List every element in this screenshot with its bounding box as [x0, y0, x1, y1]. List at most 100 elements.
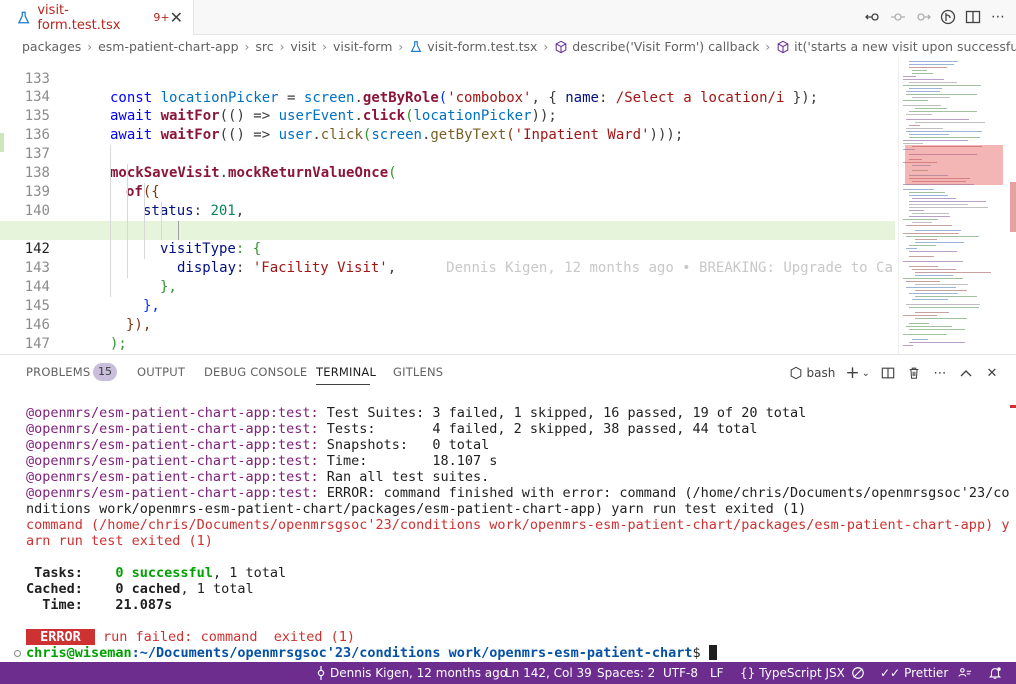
tab-gitlens[interactable]: GITLENS — [393, 365, 443, 379]
copilot-icon[interactable] — [851, 666, 865, 680]
status-indentation[interactable]: Spaces: 2 — [597, 666, 655, 680]
minimap-line — [909, 204, 968, 205]
minimap-line — [906, 248, 917, 249]
minimap-line — [915, 312, 949, 313]
minimap-line — [909, 61, 958, 62]
double-check-icon: ✓✓ — [880, 666, 901, 680]
plus-icon: + — [845, 363, 860, 383]
minimap-line — [903, 76, 916, 77]
minimap-line — [903, 140, 968, 141]
code-line: 138 of({ — [0, 145, 895, 200]
minimap-line — [912, 339, 928, 340]
breadcrumb-item[interactable]: visit-form — [333, 39, 392, 54]
chevron-right-icon: › — [87, 39, 93, 54]
maximize-panel-icon[interactable] — [958, 365, 974, 381]
breadcrumb-item[interactable]: src — [255, 39, 273, 54]
status-prettier[interactable]: ✓✓ Prettier — [880, 666, 948, 680]
more-icon[interactable]: ⋯ — [932, 365, 948, 381]
minimap-line — [903, 334, 947, 335]
minimap-line — [912, 222, 932, 223]
minimap-line — [909, 134, 949, 135]
trash-icon[interactable] — [906, 365, 922, 381]
forward-circle-icon[interactable] — [915, 8, 931, 26]
terminal-cursor — [708, 645, 717, 660]
status-git-blame[interactable]: Dennis Kigen, 12 months ago — [316, 666, 507, 680]
new-terminal-button[interactable]: + ⌄ — [845, 363, 870, 383]
minimap-line — [903, 345, 913, 346]
minimap-line — [915, 230, 961, 231]
scrollbar-marker — [1010, 182, 1016, 232]
code-line: 137 mockSaveVisit.mockReturnValueOnce( — [0, 126, 895, 181]
breadcrumb-item[interactable]: visit-form.test.tsx — [409, 39, 537, 54]
minimap-line — [906, 304, 980, 305]
code-line: 148 await waitFor(() => user.click(saveB… — [0, 335, 895, 354]
minimap-line — [906, 287, 956, 288]
breadcrumb-item[interactable]: esm-patient-chart-app — [98, 39, 238, 54]
minimap-line — [909, 207, 988, 208]
terminal-output[interactable]: @openmrs/esm-patient-chart-app:test: Tes… — [26, 405, 1009, 684]
problems-count-badge: 15 — [93, 363, 117, 381]
code-line: 146 ); — [0, 297, 895, 352]
status-cursor-position[interactable]: Ln 142, Col 39 — [505, 666, 592, 680]
close-icon[interactable]: ✕ — [984, 365, 1000, 381]
prompt-path: :~/Documents/openmrsgsoc'23/conditions w… — [131, 645, 693, 661]
minimap-line — [906, 114, 932, 115]
terminal-shell-selector[interactable]: bash — [789, 365, 835, 381]
minimap-line — [903, 143, 923, 144]
minimap-line — [903, 105, 941, 106]
status-language[interactable]: {} TypeScript JSX — [740, 666, 845, 680]
tab-output[interactable]: OUTPUT — [137, 365, 185, 379]
minimap-line — [915, 239, 937, 240]
minimap-line — [909, 251, 957, 252]
indent-guide — [127, 164, 128, 278]
minimap-line — [906, 225, 952, 226]
indent-guide — [178, 221, 179, 240]
minimap-line — [912, 213, 949, 214]
code-line: 134 await waitFor(() => userEvent.click(… — [0, 69, 895, 124]
tab-debug-console[interactable]: DEBUG CONSOLE — [204, 365, 307, 379]
gitlens-icon[interactable] — [940, 8, 956, 26]
panel-tabs: PROBLEMS 15 OUTPUT DEBUG CONSOLE TERMINA… — [0, 355, 1016, 391]
minimap-line — [906, 94, 977, 95]
minimap-line — [909, 137, 980, 138]
minimap-line — [909, 329, 965, 330]
compare-icon[interactable] — [865, 8, 881, 26]
minimap-line — [903, 233, 959, 234]
minimap-line — [915, 272, 991, 273]
breadcrumb-item[interactable]: describe('Visit Form') callback — [554, 39, 759, 54]
status-encoding[interactable]: UTF-8 — [663, 666, 698, 680]
tab-terminal[interactable]: TERMINAL — [316, 365, 376, 379]
close-icon[interactable]: ✕ — [170, 9, 183, 26]
minimap-line — [915, 275, 953, 276]
cube-icon — [777, 40, 789, 53]
minimap[interactable] — [898, 57, 1016, 354]
feedback-icon[interactable] — [958, 666, 972, 680]
minimap-line — [906, 281, 940, 282]
minimap-line — [909, 210, 924, 211]
breadcrumb-item[interactable]: it('starts a new visit upon successful s… — [776, 39, 1016, 54]
minimap-highlight — [905, 145, 1003, 185]
notifications-bell-icon[interactable] — [988, 666, 1002, 680]
cube-icon — [555, 40, 567, 53]
minimap-line — [909, 342, 965, 343]
tab-problems[interactable]: PROBLEMS — [26, 365, 90, 379]
split-terminal-icon[interactable] — [880, 365, 896, 381]
minimap-line — [912, 198, 956, 199]
minimap-line — [912, 73, 933, 74]
more-icon[interactable]: ⋯ — [990, 8, 1006, 26]
tab-visit-form-test[interactable]: visit-form.test.tsx 9+ ✕ — [0, 0, 194, 35]
minimap-line — [906, 119, 969, 120]
minimap-line — [909, 195, 948, 196]
code-editor[interactable]: 133 const locationPicker = screen.getByR… — [0, 57, 1016, 354]
back-circle-icon[interactable] — [890, 8, 906, 26]
split-editor-icon[interactable] — [965, 8, 981, 26]
minimap-line — [909, 125, 920, 126]
breadcrumb-item[interactable]: visit — [290, 39, 316, 54]
editor-tab-bar: visit-form.test.tsx 9+ ✕ ⋯ — [0, 0, 1016, 35]
command-decoration-icon[interactable] — [14, 650, 21, 657]
minimap-line — [903, 278, 963, 279]
breadcrumb-item[interactable]: packages — [22, 39, 81, 54]
status-eol[interactable]: LF — [710, 666, 724, 680]
minimap-line — [915, 108, 947, 109]
code-line: 135 await waitFor(() => user.click(scree… — [0, 88, 895, 143]
